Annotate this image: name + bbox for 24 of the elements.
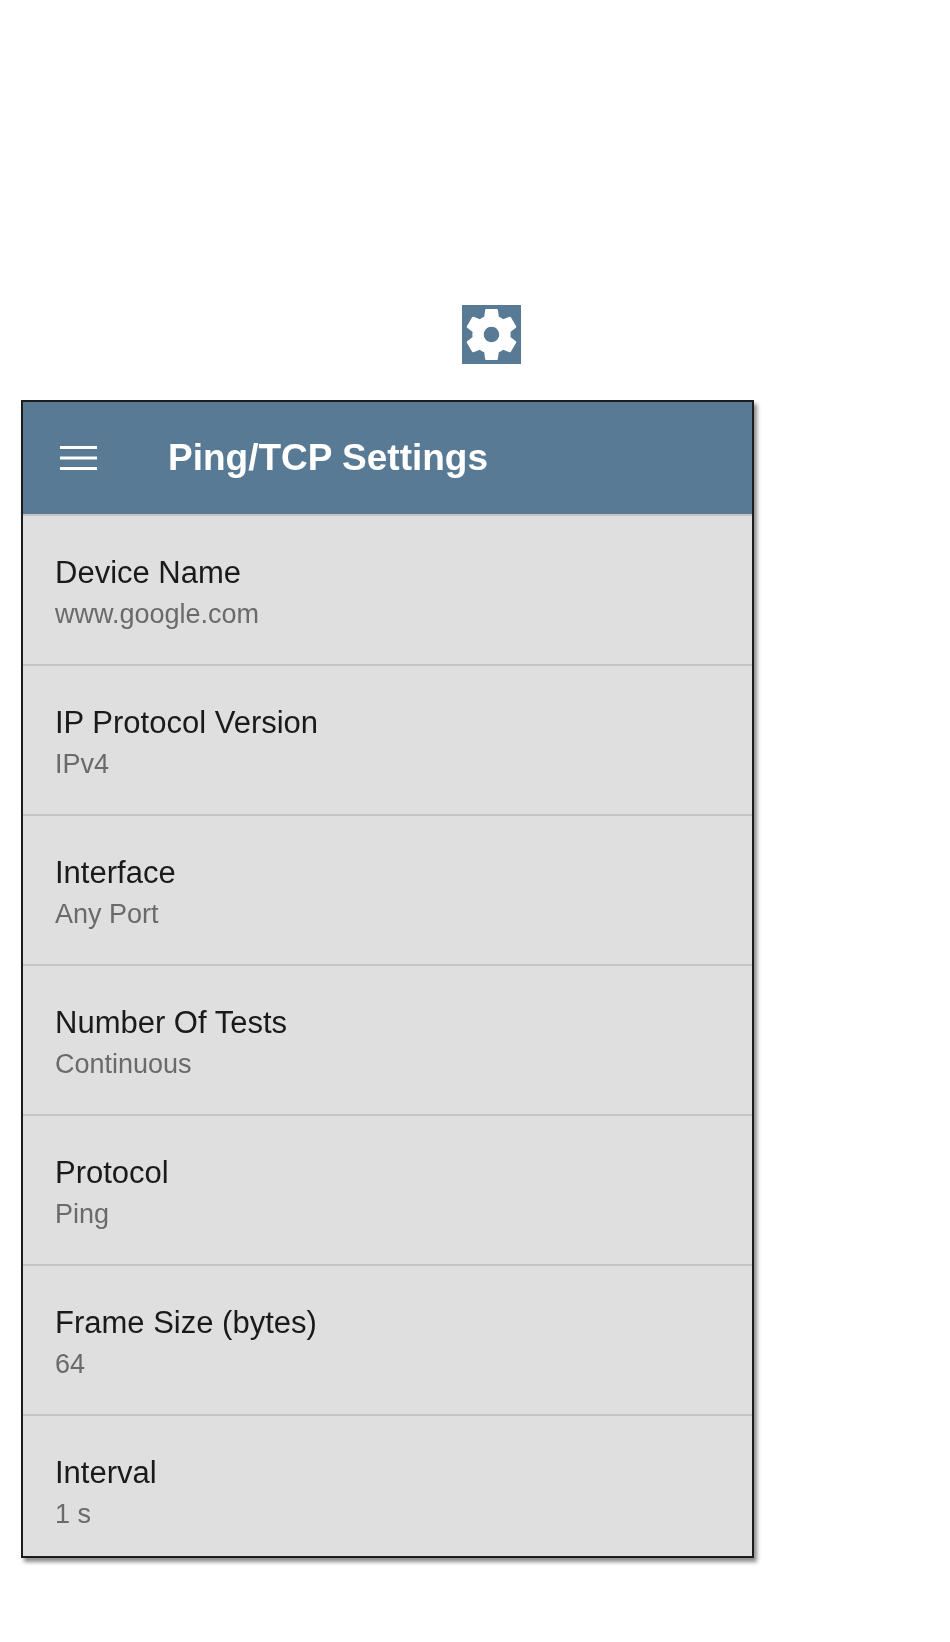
setting-row[interactable]: Interface Any Port — [23, 814, 752, 964]
setting-row[interactable]: IP Protocol Version IPv4 — [23, 664, 752, 814]
setting-value: IPv4 — [55, 748, 110, 781]
setting-label: Device Name — [55, 554, 242, 592]
setting-value: Any Port — [55, 898, 159, 931]
setting-value: Continuous — [55, 1048, 192, 1081]
menu-icon[interactable] — [60, 446, 97, 470]
setting-row[interactable]: Frame Size (bytes) 64 — [23, 1264, 752, 1414]
setting-value: Ping — [55, 1198, 110, 1231]
setting-label: Number Of Tests — [55, 1004, 287, 1042]
setting-label: IP Protocol Version — [55, 704, 319, 742]
settings-icon[interactable] — [462, 305, 521, 364]
setting-value: 1 s — [55, 1498, 92, 1531]
setting-label: Interface — [55, 854, 176, 892]
setting-row[interactable]: Interval 1 s — [23, 1414, 752, 1556]
setting-row[interactable]: Number Of Tests Continuous — [23, 964, 752, 1114]
app-bar-title: Ping/TCP Settings — [168, 436, 488, 480]
setting-value: 64 — [55, 1348, 86, 1381]
setting-row[interactable]: Protocol Ping — [23, 1114, 752, 1264]
setting-value: www.google.com — [55, 598, 260, 631]
setting-label: Frame Size (bytes) — [55, 1304, 317, 1342]
setting-row[interactable]: Device Name www.google.com — [23, 514, 752, 664]
setting-label: Protocol — [55, 1154, 169, 1192]
setting-label: Interval — [55, 1454, 157, 1492]
